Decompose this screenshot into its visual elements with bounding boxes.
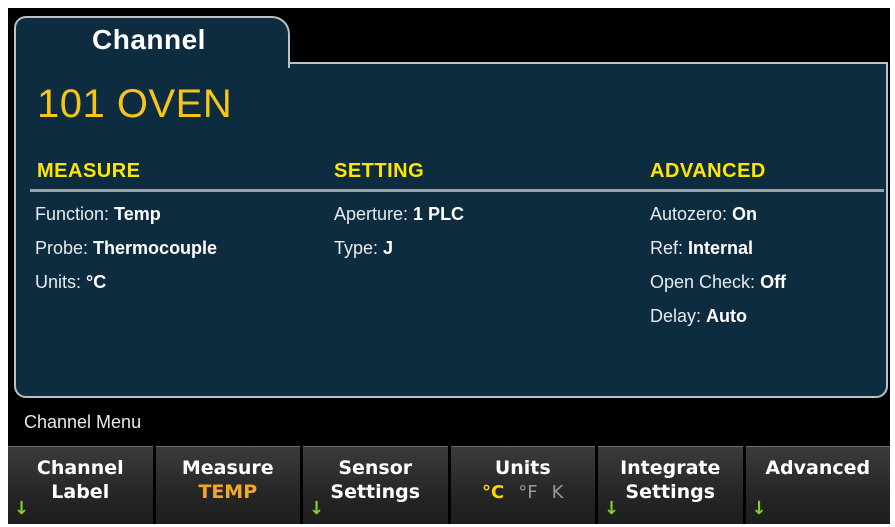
field-delay: Delay: Auto — [650, 306, 747, 327]
field-autozero: Autozero: On — [650, 204, 757, 225]
softkey-measure[interactable]: Measure TEMP — [155, 446, 300, 524]
menu-title: Channel Menu — [24, 412, 142, 432]
field-function-label: Function: — [35, 204, 115, 224]
field-probe: Probe: Thermocouple — [35, 238, 217, 259]
softkey-label-line1: Integrate — [620, 457, 721, 479]
softkey-label-line1: Units — [494, 457, 551, 479]
field-open-check-value: Off — [760, 272, 787, 292]
field-open-check-label: Open Check: — [650, 272, 761, 292]
field-units-value: °C — [86, 272, 107, 292]
field-aperture: Aperture: 1 PLC — [334, 204, 464, 225]
field-open-check: Open Check: Off — [650, 272, 786, 293]
softkey-advanced[interactable]: Advanced ↓ — [745, 446, 890, 524]
submenu-arrow-icon: ↓ — [751, 498, 767, 519]
section-heading-measure: MEASURE — [37, 160, 141, 182]
softkey-current-value: TEMP — [198, 481, 258, 503]
softkey-bar: Channel Label ↓ Measure TEMP Sensor Sett… — [8, 446, 890, 524]
channel-id: 101 OVEN — [37, 82, 233, 126]
field-ref: Ref: Internal — [650, 238, 753, 259]
tab-channel-label: Channel — [92, 24, 206, 55]
submenu-arrow-icon: ↓ — [604, 498, 620, 519]
unit-option-kelvin: K — [551, 482, 564, 503]
submenu-arrow-icon: ↓ — [309, 498, 325, 519]
softkey-label-line1: Measure — [181, 457, 274, 479]
field-probe-value: Thermocouple — [93, 238, 218, 258]
field-units-label: Units: — [35, 272, 87, 292]
field-type-value: J — [383, 238, 394, 258]
field-delay-label: Delay: — [650, 306, 707, 326]
softkey-units[interactable]: Units °C °F K — [450, 446, 596, 524]
softkey-label-line2: Settings — [625, 481, 716, 503]
field-autozero-value: On — [732, 204, 758, 224]
unit-option-fahrenheit: °F — [518, 482, 538, 503]
softkey-label-line2: Label — [51, 481, 110, 503]
softkey-label-line2: Settings — [330, 481, 421, 503]
section-heading-setting: SETTING — [334, 160, 425, 182]
unit-option-celsius: °C — [482, 482, 505, 503]
tab-panel-joint — [16, 60, 288, 66]
softkey-label-line1: Channel — [36, 457, 124, 479]
softkey-channel-label[interactable]: Channel Label ↓ — [8, 446, 153, 524]
softkey-label-line1: Advanced — [765, 457, 871, 479]
section-heading-advanced: ADVANCED — [650, 160, 766, 182]
units-options: °C °F K — [451, 481, 596, 505]
softkey-integrate-settings[interactable]: Integrate Settings ↓ — [598, 446, 743, 524]
field-autozero-label: Autozero: — [650, 204, 733, 224]
submenu-arrow-icon: ↓ — [14, 498, 30, 519]
field-probe-label: Probe: — [35, 238, 94, 258]
field-delay-value: Auto — [706, 306, 748, 326]
softkey-label-line1: Sensor — [338, 457, 413, 479]
field-type: Type: J — [334, 238, 393, 259]
field-aperture-value: 1 PLC — [413, 204, 465, 224]
softkey-sensor-settings[interactable]: Sensor Settings ↓ — [303, 446, 448, 524]
field-function-value: Temp — [114, 204, 161, 224]
field-ref-value: Internal — [688, 238, 754, 258]
field-type-label: Type: — [334, 238, 384, 258]
field-units: Units: °C — [35, 272, 106, 293]
section-divider — [30, 189, 884, 192]
field-aperture-label: Aperture: — [334, 204, 414, 224]
field-function: Function: Temp — [35, 204, 161, 225]
field-ref-label: Ref: — [650, 238, 689, 258]
